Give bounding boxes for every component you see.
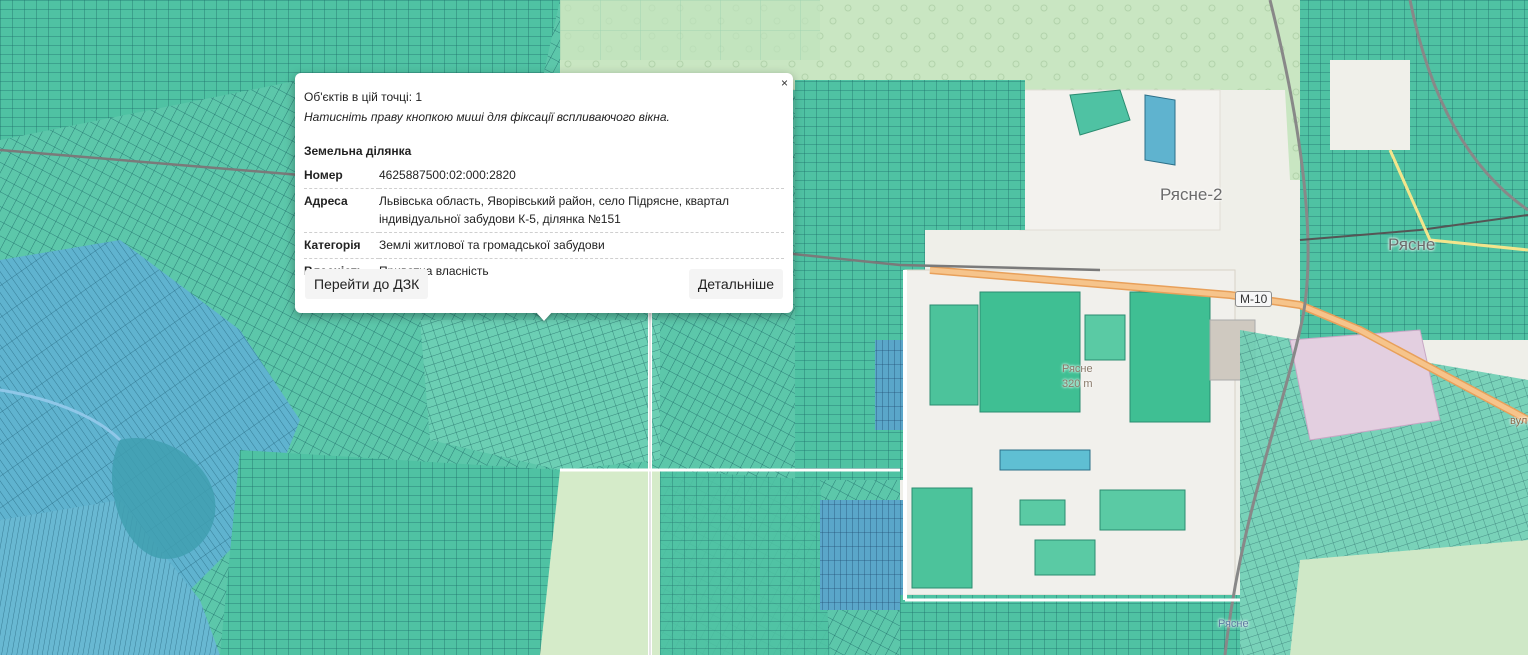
parcel-area-east [1300,0,1528,340]
table-row: Адреса Львівська область, Яворівський ра… [304,188,784,233]
popup-tip [535,311,553,321]
place-label-ryasne: Рясне [1388,235,1436,254]
popup-hint: Натисніть праву кнопкою миші для фіксаці… [304,110,670,124]
attr-value: Львівська область, Яворівський район, се… [379,188,784,233]
table-row: Категорія Землі житлової та громадської … [304,232,784,259]
attributes-table: Номер 4625887500:02:000:2820 Адреса Льві… [304,163,784,284]
parcel-area-blue-middle [820,500,910,610]
parcel-area-bottom [900,595,1240,655]
details-button[interactable]: Детальніше [688,269,783,299]
attr-key: Номер [304,163,379,189]
building-2 [1019,499,1066,526]
attr-key: Категорія [304,232,379,259]
building-3 [1034,539,1096,576]
meadow-south-parcels [660,470,830,655]
attr-value: Землі житлової та громадської забудови [379,232,784,259]
meadow-south [540,470,660,655]
parcel-area-east-light [1330,60,1410,150]
field-4 [911,487,973,589]
street-label: вул. [1510,415,1528,427]
building-1 [1084,314,1126,361]
parcel-info-popup: × Об'єктів в цій точці: 1 Натисніть прав… [295,73,793,313]
go-to-dzk-button[interactable]: Перейти до ДЗК [305,269,429,299]
forest-north-parcels [560,0,820,60]
parcel-area-south [220,450,600,655]
attr-key: Адреса [304,188,379,233]
peak-height: 320 m [1062,378,1093,390]
field-1 [979,291,1081,413]
close-icon[interactable]: × [781,76,788,90]
place-label-ryasne2: Рясне-2 [1160,185,1223,204]
attr-value: 4625887500:02:000:2820 [379,163,784,189]
peak-label: Рясне [1062,363,1093,375]
field-3 [929,304,979,406]
station-label: Рясне [1218,618,1249,630]
building-5 [999,449,1091,471]
objects-count: Об'єктів в цій точці: 1 [304,90,423,104]
popup-heading: Земельна ділянка [304,144,412,158]
building-4 [1099,489,1186,531]
purple-zone [1289,329,1441,441]
parcel-ne-1 [915,80,1025,230]
field-2 [1129,291,1211,423]
building-ne-2 [1144,94,1176,166]
road-shield-m10: М-10 [1235,291,1273,307]
table-row: Номер 4625887500:02:000:2820 [304,163,784,189]
